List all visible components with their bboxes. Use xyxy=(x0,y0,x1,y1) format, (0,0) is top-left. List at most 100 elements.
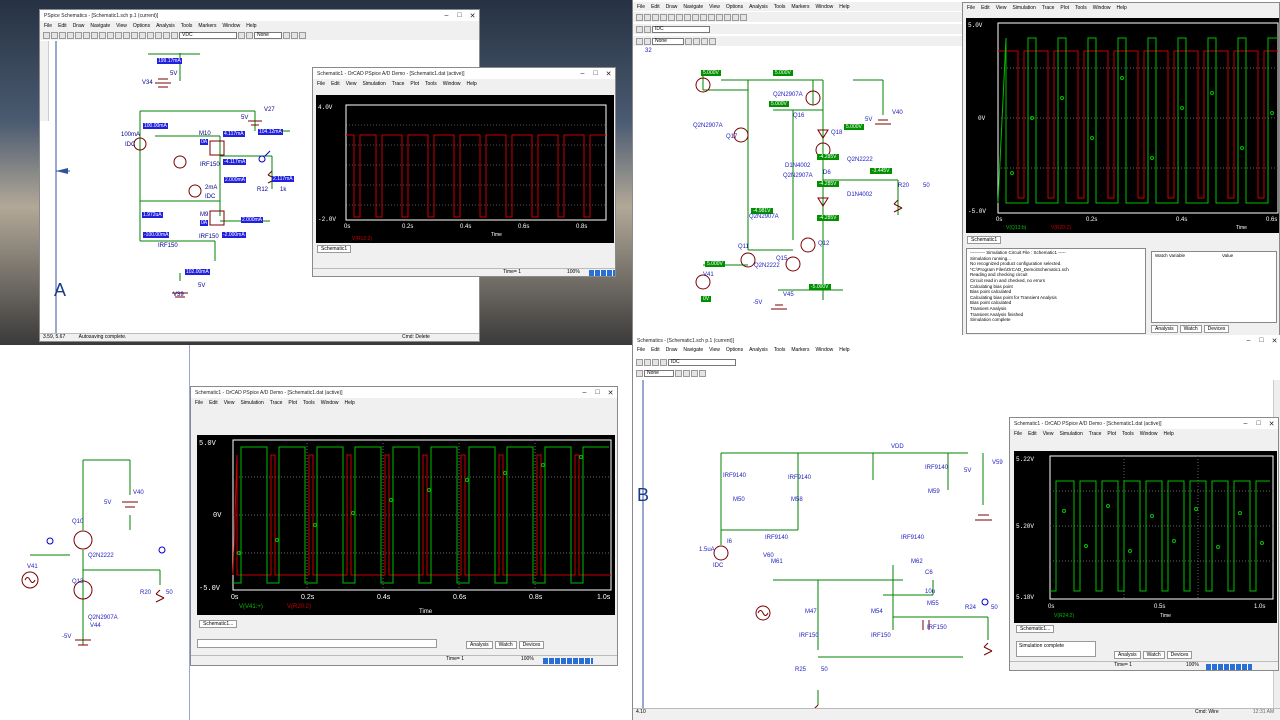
close-icon[interactable]: ✕ xyxy=(1265,420,1278,428)
menu-analysis[interactable]: Analysis xyxy=(749,347,768,353)
marker-icon[interactable] xyxy=(636,369,643,377)
redo-icon[interactable] xyxy=(107,31,114,39)
marker-icon[interactable] xyxy=(636,37,643,45)
current-marker-icon[interactable] xyxy=(291,31,298,39)
new-icon[interactable] xyxy=(43,31,50,39)
menu-edit[interactable]: Edit xyxy=(1028,431,1037,437)
menu-edit[interactable]: Edit xyxy=(651,347,660,353)
menu-simulation[interactable]: Simulation xyxy=(1012,5,1035,11)
menu-simulation[interactable]: Simulation xyxy=(240,400,263,406)
menu-plot[interactable]: Plot xyxy=(288,400,297,406)
menu-help[interactable]: Help xyxy=(839,347,849,353)
wire-icon[interactable] xyxy=(147,31,154,39)
menu-help[interactable]: Help xyxy=(345,400,355,406)
cut-icon[interactable] xyxy=(75,31,82,39)
menu-view[interactable]: View xyxy=(346,81,357,87)
menu-draw[interactable]: Draw xyxy=(666,4,678,10)
menu-tools[interactable]: Tools xyxy=(1122,431,1134,437)
maximize-icon[interactable]: □ xyxy=(1252,420,1265,428)
menu-view[interactable]: View xyxy=(116,23,127,29)
tab-schematic[interactable]: Schematic1 xyxy=(317,245,352,253)
tab-watch[interactable]: Watch xyxy=(1179,325,1202,333)
maximize-icon[interactable]: □ xyxy=(591,389,604,397)
bias-v-icon[interactable] xyxy=(701,37,708,45)
close-icon[interactable]: ✕ xyxy=(602,70,615,78)
menu-edit[interactable]: Edit xyxy=(331,81,340,87)
open-icon[interactable] xyxy=(644,13,651,21)
tab-watch[interactable]: Watch xyxy=(1142,651,1165,659)
tab-schematic[interactable]: Schematic1... xyxy=(1016,625,1055,633)
menu-file[interactable]: File xyxy=(317,81,325,87)
menu-draw[interactable]: Draw xyxy=(73,23,85,29)
menu-markers[interactable]: Markers xyxy=(791,4,809,10)
menu-file[interactable]: File xyxy=(195,400,203,406)
open-icon[interactable] xyxy=(51,31,58,39)
menu-window[interactable]: Window xyxy=(815,4,833,10)
menu-simulation[interactable]: Simulation xyxy=(362,81,385,87)
menu-tools[interactable]: Tools xyxy=(181,23,193,29)
menu-file[interactable]: File xyxy=(637,347,645,353)
menu-markers[interactable]: Markers xyxy=(791,347,809,353)
block-icon[interactable] xyxy=(163,31,170,39)
part-selector[interactable]: VDC xyxy=(179,31,237,39)
menu-window[interactable]: Window xyxy=(1140,431,1158,437)
zoom-out-icon[interactable] xyxy=(123,31,130,39)
undo-icon[interactable] xyxy=(692,13,699,21)
menu-navigate[interactable]: Navigate xyxy=(683,4,703,10)
maximize-icon[interactable]: □ xyxy=(589,70,602,78)
current-marker-icon[interactable] xyxy=(683,369,690,377)
menu-trace[interactable]: Trace xyxy=(1089,431,1102,437)
menu-tools[interactable]: Tools xyxy=(774,4,786,10)
menu-view[interactable]: View xyxy=(709,4,720,10)
menu-file[interactable]: File xyxy=(1014,431,1022,437)
menu-edit[interactable]: Edit xyxy=(651,4,660,10)
simulate-icon[interactable] xyxy=(636,25,643,33)
marker-selector[interactable]: None xyxy=(254,31,282,39)
menu-tools[interactable]: Tools xyxy=(1075,5,1087,11)
menu-help[interactable]: Help xyxy=(839,4,849,10)
menu-window[interactable]: Window xyxy=(1093,5,1111,11)
bus-icon[interactable] xyxy=(155,31,162,39)
cut-icon[interactable] xyxy=(668,13,675,21)
menu-window[interactable]: Window xyxy=(321,400,339,406)
part-icon[interactable] xyxy=(740,13,747,21)
print-icon[interactable] xyxy=(660,13,667,21)
menu-view[interactable]: View xyxy=(224,400,235,406)
menu-options[interactable]: Options xyxy=(726,4,743,10)
tab-devices[interactable]: Devices xyxy=(1166,651,1193,659)
menu-edit[interactable]: Edit xyxy=(209,400,218,406)
menu-window[interactable]: Window xyxy=(222,23,240,29)
tab-watch[interactable]: Watch xyxy=(494,641,517,649)
menu-trace[interactable]: Trace xyxy=(1042,5,1055,11)
zoom-out-icon[interactable] xyxy=(716,13,723,21)
voltage-marker-icon[interactable] xyxy=(675,369,682,377)
save-icon[interactable] xyxy=(652,13,659,21)
bias-v-icon[interactable] xyxy=(299,31,306,39)
redo-icon[interactable] xyxy=(700,13,707,21)
tab-analysis[interactable]: Analysis xyxy=(466,641,493,649)
simulate-icon[interactable] xyxy=(238,31,245,39)
menu-draw[interactable]: Draw xyxy=(666,347,678,353)
zoom-fit-icon[interactable] xyxy=(139,31,146,39)
menu-markers[interactable]: Markers xyxy=(198,23,216,29)
close-icon[interactable]: ✕ xyxy=(466,12,479,20)
zoom-area-icon[interactable] xyxy=(131,31,138,39)
part-icon[interactable] xyxy=(171,31,178,39)
tab-schematic[interactable]: Schematic1 xyxy=(967,236,1002,244)
marker-selector[interactable]: None xyxy=(644,369,674,377)
menu-trace[interactable]: Trace xyxy=(270,400,283,406)
copy-icon[interactable] xyxy=(676,13,683,21)
zoom-in-icon[interactable] xyxy=(115,31,122,39)
menu-trace[interactable]: Trace xyxy=(392,81,405,87)
menu-window[interactable]: Window xyxy=(443,81,461,87)
tab-analysis[interactable]: Analysis xyxy=(1114,651,1141,659)
voltage-marker-icon[interactable] xyxy=(283,31,290,39)
menu-help[interactable]: Help xyxy=(1117,5,1127,11)
print-icon[interactable] xyxy=(660,358,667,366)
part-selector[interactable]: IDC xyxy=(668,358,736,366)
menu-help[interactable]: Help xyxy=(467,81,477,87)
menu-view[interactable]: View xyxy=(996,5,1007,11)
menu-plot[interactable]: Plot xyxy=(1107,431,1116,437)
paste-icon[interactable] xyxy=(684,13,691,21)
zoom-area-icon[interactable] xyxy=(724,13,731,21)
